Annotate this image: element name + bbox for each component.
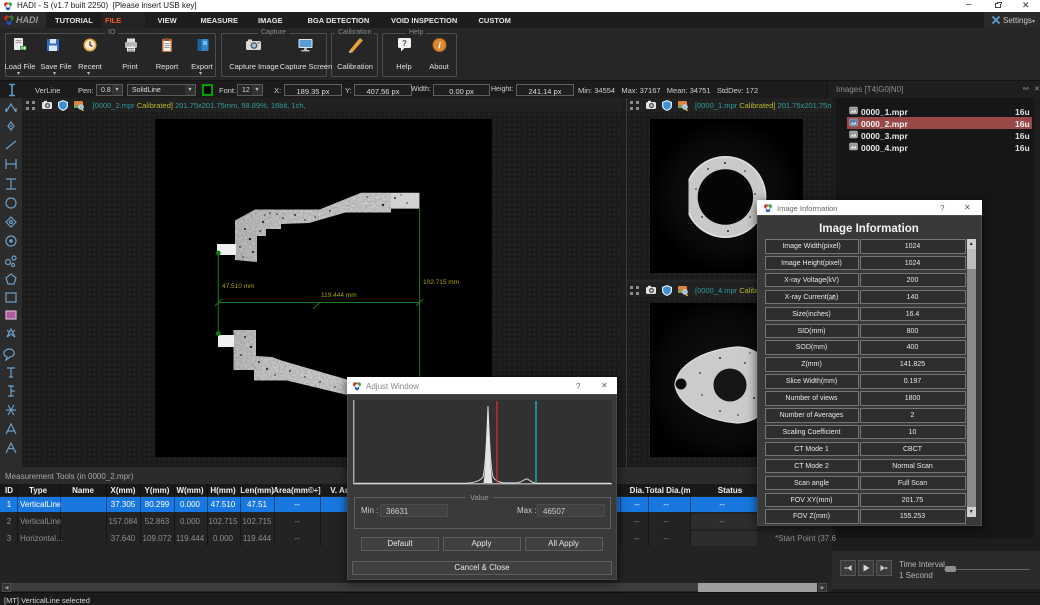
- svg-text:47.510 mm: 47.510 mm: [222, 283, 255, 290]
- svg-text:119.444 mm: 119.444 mm: [321, 292, 357, 299]
- svg-text:?: ?: [402, 39, 407, 48]
- svg-text:102.715 mm: 102.715 mm: [423, 279, 459, 286]
